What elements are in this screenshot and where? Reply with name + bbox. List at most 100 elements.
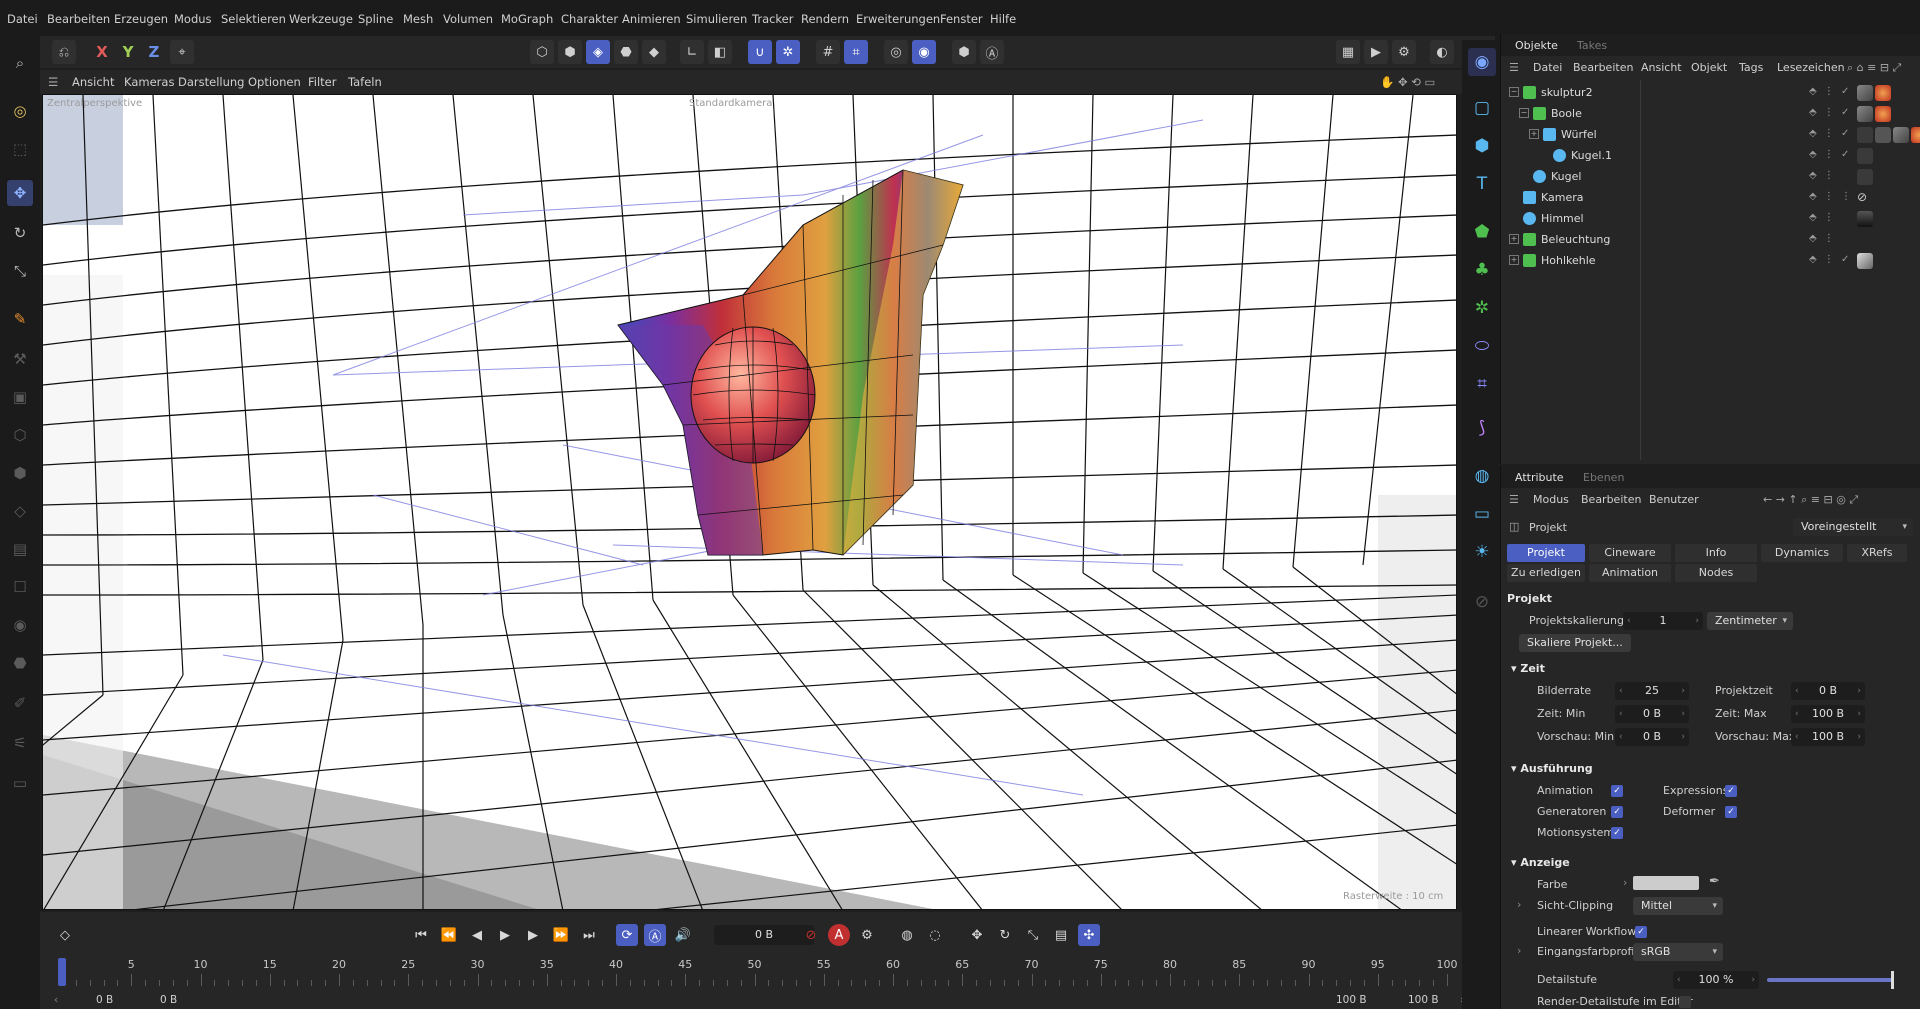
object-row-hohlkehle[interactable]: + Hohlkehle ⬘ ⋮ ✓ [1509, 251, 1914, 271]
vp-menu-kameras[interactable]: Kameras [124, 75, 174, 89]
range-left-arrow[interactable]: ‹ [54, 994, 58, 1006]
key-scale-icon[interactable]: ⤡ [1022, 924, 1044, 946]
sculpt-icon[interactable]: ✐ [7, 690, 33, 716]
eyedropper-icon[interactable]: ✒ [1709, 874, 1720, 889]
x-axis-lock[interactable]: X [90, 40, 114, 64]
go-to-end-icon[interactable]: ⏭ [578, 924, 600, 946]
current-frame-field[interactable]: 0 B [714, 925, 814, 945]
motion-record-icon[interactable]: ◍ [896, 924, 918, 946]
model-icon[interactable]: ⬣ [614, 40, 638, 64]
vp-menu-tafeln[interactable]: Tafeln [348, 75, 382, 89]
menu-charakter[interactable]: Charakter [561, 12, 618, 26]
phong-tag[interactable] [1857, 169, 1873, 185]
workplane-icon[interactable]: ▭ [7, 770, 33, 796]
z-axis-lock[interactable]: Z [142, 40, 166, 64]
menu-icon[interactable]: ☰ [1509, 493, 1519, 506]
visibility-flags[interactable]: ⬘ ⋮ ✓ [1809, 149, 1851, 160]
menu-animieren[interactable]: Animieren [622, 12, 681, 26]
object-row-boole[interactable]: − Boole ⬘ ⋮ ✓ [1509, 104, 1914, 124]
attr-menu-bearbeiten[interactable]: Bearbeiten [1581, 493, 1641, 506]
section-ausfuehrung[interactable]: ▾ Ausführung [1511, 762, 1593, 775]
ptab-xrefs[interactable]: XRefs [1847, 544, 1907, 562]
live-selection-icon[interactable]: ◎ [7, 98, 33, 124]
playhead[interactable] [58, 958, 66, 986]
obj-menu-objekt[interactable]: Objekt [1691, 61, 1727, 74]
material-tag[interactable] [1857, 253, 1873, 269]
light-icon[interactable]: ☀ [1468, 538, 1496, 566]
prev-key-icon[interactable]: ⏪ [438, 924, 460, 946]
menu-mesh[interactable]: Mesh [403, 12, 433, 26]
linearer-workflow-checkbox[interactable]: ✓ [1635, 926, 1647, 938]
autokey-icon[interactable]: A [828, 924, 850, 946]
tab-objekte[interactable]: Objekte [1515, 39, 1558, 52]
visibility-flags[interactable]: ⬘ ⋮ ✓ [1809, 86, 1851, 97]
zeitmin-field[interactable]: ‹ 0 B › [1615, 705, 1689, 723]
menu-bearbeiten[interactable]: Bearbeiten [47, 12, 110, 26]
polygon-icon[interactable]: ▣ [7, 384, 33, 410]
move-icon[interactable]: ✥ [7, 180, 33, 206]
obj-menu-lesezeichen[interactable]: Lesezeichen [1777, 61, 1845, 74]
menu-icon[interactable]: ☰ [48, 75, 58, 89]
ptab-dynamics[interactable]: Dynamics [1761, 544, 1843, 562]
generator-icon[interactable]: ⬟ [1468, 218, 1496, 246]
expand-chevron-icon[interactable]: › [1517, 944, 1521, 957]
mograph-icon[interactable]: ♣ [1468, 256, 1496, 284]
vp-menu-ansicht[interactable]: Ansicht [72, 75, 114, 89]
ptab-animation[interactable]: Animation [1589, 564, 1671, 582]
vp-menu-optionen[interactable]: Optionen [248, 75, 301, 89]
coordinate-system-icon[interactable]: ⌖ [170, 40, 194, 64]
keyframe-settings-icon[interactable]: ⚙ [856, 924, 878, 946]
expand-icon[interactable]: + [1509, 255, 1519, 265]
layout-icon[interactable]: ◐ [1430, 40, 1454, 64]
expand-icon[interactable]: + [1529, 129, 1539, 139]
visibility-flags[interactable]: ⬘ ⋮ ✓ [1809, 128, 1851, 139]
loop-icon[interactable]: ⟳ [616, 924, 638, 946]
gear-snap-icon[interactable]: ✲ [776, 40, 800, 64]
obj-menu-ansicht[interactable]: Ansicht [1641, 61, 1682, 74]
y-axis-lock[interactable]: Y [116, 40, 140, 64]
primitive-icon[interactable]: ⬢ [1468, 132, 1496, 160]
obj-menu-tags[interactable]: Tags [1739, 61, 1763, 74]
object-row-kamera[interactable]: Kamera ⬘ ⋮ ⋮ ⊘ [1509, 188, 1914, 208]
menu-simulieren[interactable]: Simulieren [686, 12, 747, 26]
expressions-checkbox[interactable]: ✓ [1725, 785, 1737, 797]
viewport-nav-icons[interactable]: ✋ ✥ ⟲ ▭ [1380, 75, 1435, 89]
polygons-icon[interactable]: ◈ [586, 40, 610, 64]
scale-field[interactable]: ‹ 1 › [1623, 612, 1703, 630]
scale-unit-dropdown[interactable]: Zentimeter ▾ [1707, 612, 1793, 630]
timeline-ruler[interactable]: 0510152025303540455055606570758085909510… [58, 958, 1458, 988]
solo-icon[interactable]: ◎ [884, 40, 908, 64]
visibility-flags[interactable]: ⬘ ⋮ [1809, 170, 1836, 181]
brush-icon[interactable]: ✎ [7, 306, 33, 332]
prev-frame-icon[interactable]: ◀ [466, 924, 488, 946]
obj-menu-datei[interactable]: Datei [1533, 61, 1562, 74]
key-rotation-icon[interactable]: ↻ [994, 924, 1016, 946]
next-frame-icon[interactable]: ▶ [522, 924, 544, 946]
menu-spline[interactable]: Spline [358, 12, 393, 26]
edges-mode-icon[interactable]: ⬢ [7, 460, 33, 486]
viewport[interactable]: Zentralperspektive Standardkamera Raster… [42, 94, 1457, 910]
material-tag[interactable] [1875, 85, 1891, 101]
texture-mode-icon[interactable]: ◉ [7, 612, 33, 638]
ptab-nodes[interactable]: Nodes [1675, 564, 1757, 582]
texture-tag[interactable] [1875, 127, 1891, 143]
attr-menu-benutzer[interactable]: Benutzer [1649, 493, 1699, 506]
section-zeit[interactable]: ▾ Zeit [1511, 662, 1545, 675]
vp-menu-filter[interactable]: Filter [308, 75, 336, 89]
expand-icon[interactable]: + [1509, 234, 1519, 244]
scale-project-button[interactable]: Skaliere Projekt... [1519, 634, 1631, 652]
range-slider[interactable]: ‹ 0 B 0 B 100 B 100 B › [50, 994, 1470, 1008]
box-selection-icon[interactable]: ⬚ [7, 136, 33, 162]
grid-icon[interactable]: # [816, 40, 840, 64]
ptab-cineware[interactable]: Cineware [1589, 544, 1671, 562]
motion-clip-icon[interactable]: ◌ [924, 924, 946, 946]
grid-snap-icon[interactable]: ⌗ [844, 40, 868, 64]
uv-mode-icon[interactable]: ▤ [7, 536, 33, 562]
ptab-info[interactable]: Info [1675, 544, 1757, 562]
object-row-kugel[interactable]: Kugel ⬘ ⋮ [1509, 167, 1914, 187]
bilderrate-field[interactable]: ‹ 25 › [1615, 682, 1689, 700]
scale-icon[interactable]: ⤡ [7, 258, 33, 284]
ptab-zu-erledigen[interactable]: Zu erledigen [1507, 564, 1585, 582]
effector-icon[interactable]: ✲ [1468, 294, 1496, 322]
zeitmax-field[interactable]: ‹ 100 B › [1791, 705, 1865, 723]
